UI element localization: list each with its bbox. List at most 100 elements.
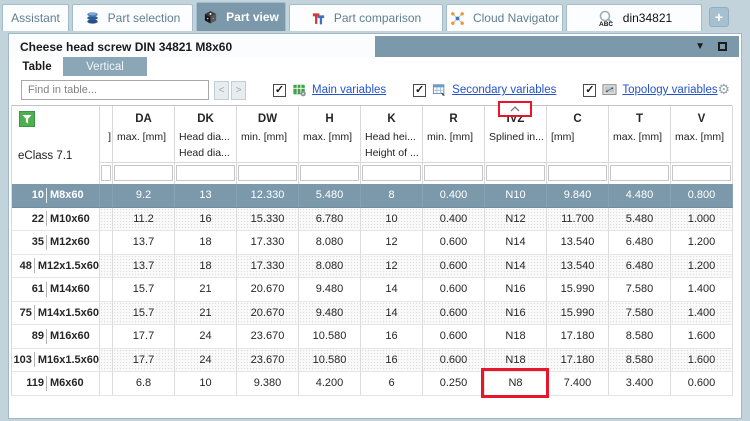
table-cell[interactable]: 13.540 xyxy=(547,255,609,279)
table-cell[interactable]: 10 xyxy=(175,372,237,396)
add-tab-button[interactable]: + xyxy=(709,7,729,27)
table-cell[interactable]: 17.180 xyxy=(547,325,609,349)
column-header-t[interactable]: Tmax. [mm] xyxy=(609,106,671,184)
column-filter-input[interactable] xyxy=(672,165,731,181)
table-cell[interactable]: 20.670 xyxy=(237,278,299,302)
table-row[interactable]: 22M10x6011.21615.3306.780100.400N1211.70… xyxy=(12,208,732,232)
table-cell[interactable]: 14 xyxy=(361,278,423,302)
table-cell[interactable]: 8.080 xyxy=(299,231,361,255)
settings-gear-icon[interactable]: ⚙ xyxy=(717,82,730,96)
table-row[interactable]: 35M12x6013.71817.3308.080120.600N1413.54… xyxy=(12,231,732,255)
table-cell-truncated[interactable] xyxy=(100,278,113,302)
table-cell-truncated[interactable] xyxy=(100,349,113,373)
table-cell[interactable]: 0.600 xyxy=(671,372,733,396)
table-cell[interactable]: 9.840 xyxy=(547,184,609,208)
table-cell[interactable]: 16 xyxy=(361,325,423,349)
table-row[interactable]: 61M14x6015.72120.6709.480140.600N1615.99… xyxy=(12,278,732,302)
row-label-cell[interactable]: 89M16x60 xyxy=(12,325,100,349)
table-cell-truncated[interactable] xyxy=(100,184,113,208)
panel-menu-caret-icon[interactable]: ▼ xyxy=(695,42,705,52)
topology-variables-checkbox[interactable] xyxy=(583,84,596,97)
table-cell[interactable]: 8.580 xyxy=(609,349,671,373)
table-cell[interactable]: 3.400 xyxy=(609,372,671,396)
table-cell[interactable]: N16 xyxy=(485,278,547,302)
table-cell-truncated[interactable] xyxy=(100,231,113,255)
table-cell[interactable]: 17.7 xyxy=(113,349,175,373)
table-cell[interactable]: 23.670 xyxy=(237,325,299,349)
maximize-icon[interactable] xyxy=(718,42,727,51)
table-row[interactable]: 89M16x6017.72423.67010.580160.600N1817.1… xyxy=(12,325,732,349)
column-header-c[interactable]: C[mm] xyxy=(547,106,609,184)
table-cell[interactable]: 24 xyxy=(175,349,237,373)
column-filter-input[interactable] xyxy=(300,165,359,181)
table-cell[interactable]: 8 xyxy=(361,184,423,208)
row-label-cell[interactable]: 119M6x60 xyxy=(12,372,100,396)
view-tab-vertical[interactable]: Vertical xyxy=(63,57,147,76)
table-cell[interactable]: 15.990 xyxy=(547,302,609,326)
table-cell[interactable]: 1.600 xyxy=(671,325,733,349)
table-cell[interactable]: 14 xyxy=(361,302,423,326)
table-cell[interactable]: 24 xyxy=(175,325,237,349)
find-in-table-input[interactable] xyxy=(21,80,209,100)
table-cell[interactable]: 1.000 xyxy=(671,208,733,232)
table-cell[interactable]: 4.200 xyxy=(299,372,361,396)
table-row[interactable]: 119M6x606.8109.3804.20060.250N87.4003.40… xyxy=(12,372,732,396)
column-header-truncated[interactable]: ] xyxy=(100,106,113,184)
table-cell[interactable]: 18 xyxy=(175,231,237,255)
table-cell[interactable]: 1.400 xyxy=(671,302,733,326)
table-cell[interactable]: 21 xyxy=(175,278,237,302)
table-cell[interactable]: 6.780 xyxy=(299,208,361,232)
column-header-r[interactable]: Rmin. [mm] xyxy=(423,106,485,184)
table-cell[interactable]: 0.600 xyxy=(423,349,485,373)
topology-variables-link[interactable]: Topology variables xyxy=(622,84,717,96)
table-cell[interactable]: N12 xyxy=(485,208,547,232)
table-cell[interactable]: 10.580 xyxy=(299,325,361,349)
table-cell[interactable]: 13.7 xyxy=(113,231,175,255)
table-cell[interactable]: N18 xyxy=(485,349,547,373)
table-cell[interactable]: 0.250 xyxy=(423,372,485,396)
table-cell[interactable]: N8 xyxy=(485,372,547,396)
view-tab-table[interactable]: Table xyxy=(11,57,63,76)
table-cell[interactable]: 10 xyxy=(361,208,423,232)
table-cell[interactable]: 13 xyxy=(175,184,237,208)
table-cell[interactable]: N16 xyxy=(485,302,547,326)
tab-part-comparison[interactable]: Part comparison xyxy=(289,4,443,31)
table-row[interactable]: 48M12x1.5x6013.71817.3308.080120.600N141… xyxy=(12,255,732,279)
main-variables-checkbox[interactable] xyxy=(273,84,286,97)
table-cell[interactable]: 18 xyxy=(175,255,237,279)
table-cell[interactable]: 1.200 xyxy=(671,255,733,279)
table-cell[interactable]: 7.580 xyxy=(609,302,671,326)
table-cell[interactable]: 9.380 xyxy=(237,372,299,396)
table-cell[interactable]: 6.480 xyxy=(609,231,671,255)
table-cell[interactable]: 1.400 xyxy=(671,278,733,302)
table-cell[interactable]: 11.2 xyxy=(113,208,175,232)
table-cell[interactable]: 0.400 xyxy=(423,208,485,232)
table-cell[interactable]: 8.580 xyxy=(609,325,671,349)
table-cell[interactable]: 10.580 xyxy=(299,349,361,373)
table-cell[interactable]: 4.480 xyxy=(609,184,671,208)
table-cell[interactable]: 1.200 xyxy=(671,231,733,255)
column-filter-input[interactable] xyxy=(486,165,545,181)
table-cell[interactable]: 0.600 xyxy=(423,231,485,255)
table-cell[interactable]: 16 xyxy=(175,208,237,232)
column-header-k[interactable]: KHead hei...Height of ... xyxy=(361,106,423,184)
column-header-ivz[interactable]: IVZSplined in... xyxy=(485,106,547,184)
table-cell-truncated[interactable] xyxy=(100,302,113,326)
table-cell[interactable]: 17.330 xyxy=(237,231,299,255)
table-cell[interactable]: 0.600 xyxy=(423,255,485,279)
secondary-variables-checkbox[interactable] xyxy=(413,84,426,97)
table-cell[interactable]: 16 xyxy=(361,349,423,373)
column-filter-input[interactable] xyxy=(548,165,607,181)
tab-search[interactable]: ABC din34821 xyxy=(566,4,702,31)
table-cell[interactable]: 23.670 xyxy=(237,349,299,373)
table-cell[interactable]: N14 xyxy=(485,255,547,279)
row-label-cell[interactable]: 10M8x60 xyxy=(12,184,100,208)
column-header-v[interactable]: Vmax. [mm] xyxy=(671,106,733,184)
column-filter-input[interactable] xyxy=(176,165,235,181)
table-cell[interactable]: 0.400 xyxy=(423,184,485,208)
table-cell[interactable]: 7.580 xyxy=(609,278,671,302)
column-filter-input[interactable] xyxy=(238,165,297,181)
table-cell[interactable]: 6 xyxy=(361,372,423,396)
table-cell[interactable]: 9.480 xyxy=(299,302,361,326)
table-row[interactable]: 10M8x609.21312.3305.48080.400N109.8404.4… xyxy=(12,184,732,208)
